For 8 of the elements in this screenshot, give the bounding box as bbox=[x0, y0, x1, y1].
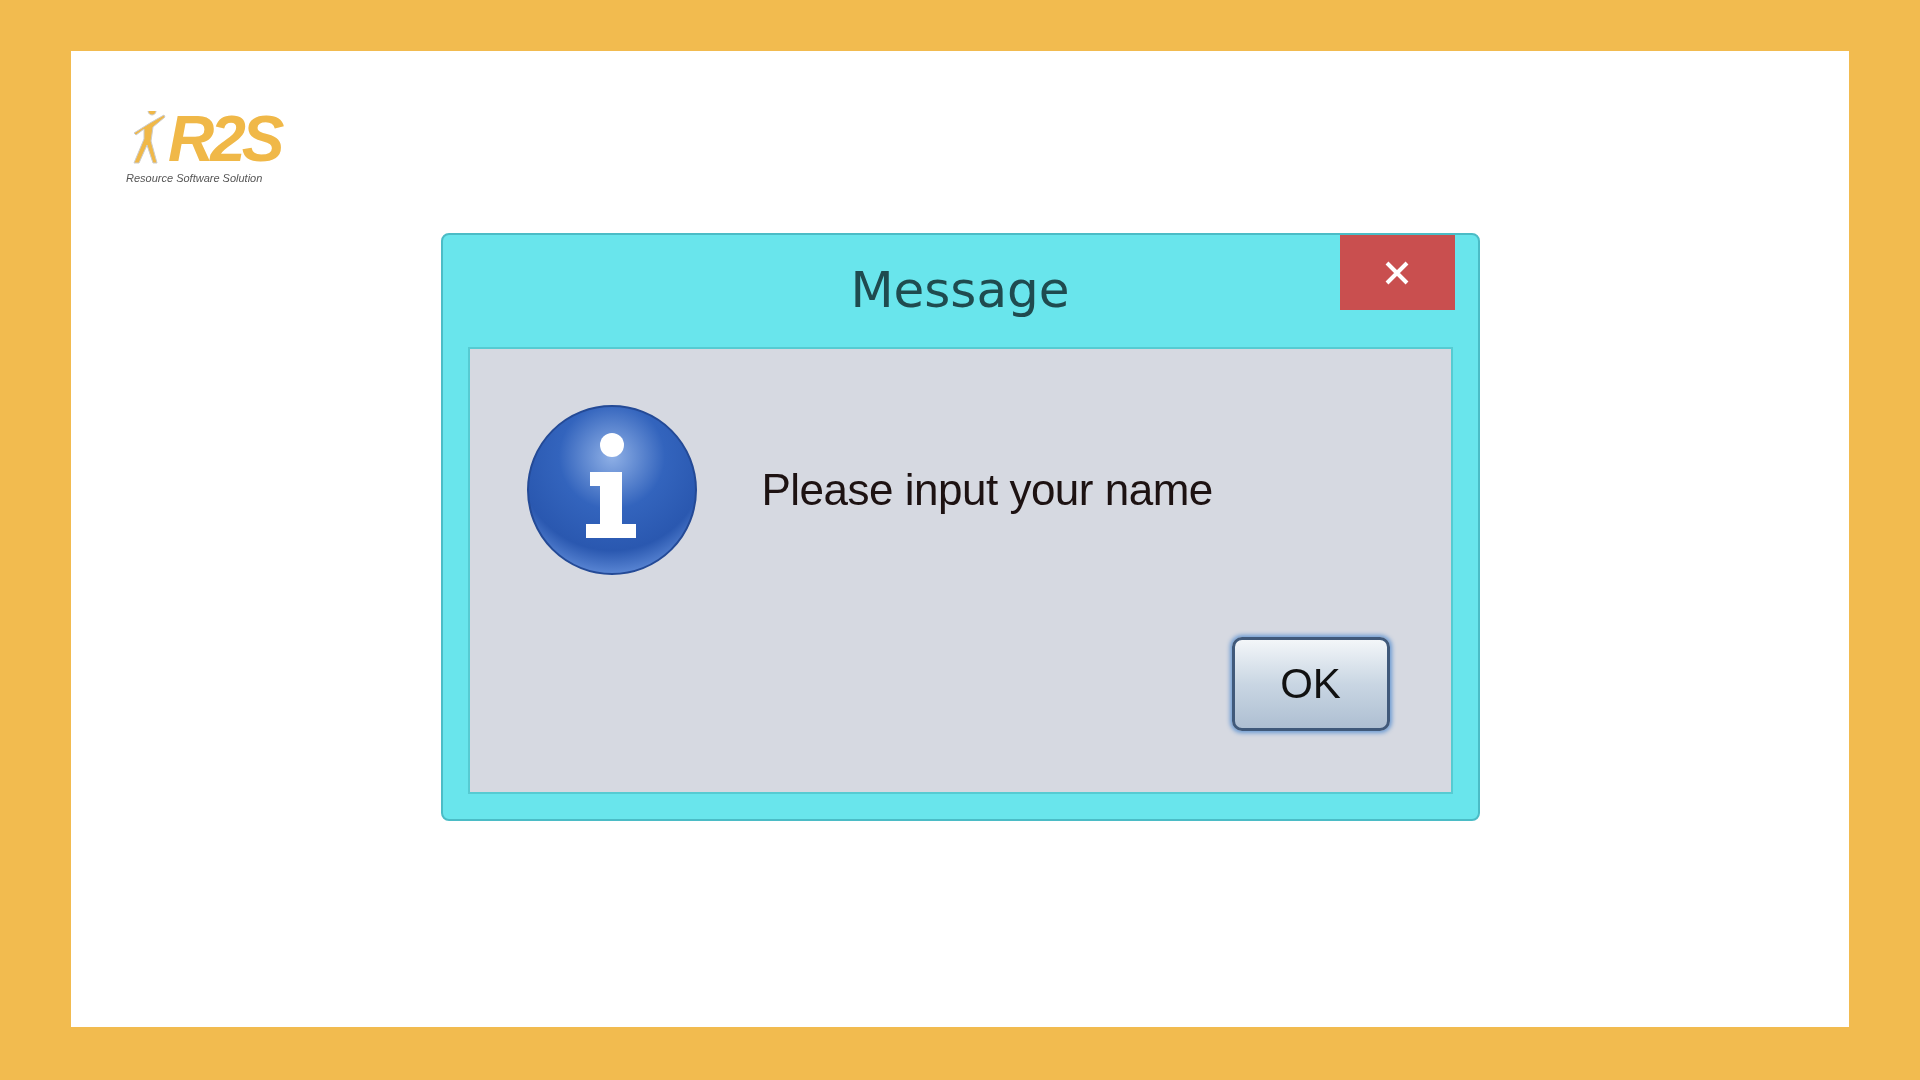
logo-tagline: Resource Software Solution bbox=[126, 172, 263, 184]
close-icon bbox=[1384, 259, 1410, 286]
message-text: Please input your name bbox=[761, 465, 1213, 515]
close-button[interactable] bbox=[1339, 235, 1455, 310]
info-icon bbox=[525, 404, 698, 576]
window-title: Message bbox=[850, 265, 1070, 321]
logo-text: R2S bbox=[168, 108, 283, 170]
ok-button[interactable]: OK bbox=[1231, 637, 1390, 731]
